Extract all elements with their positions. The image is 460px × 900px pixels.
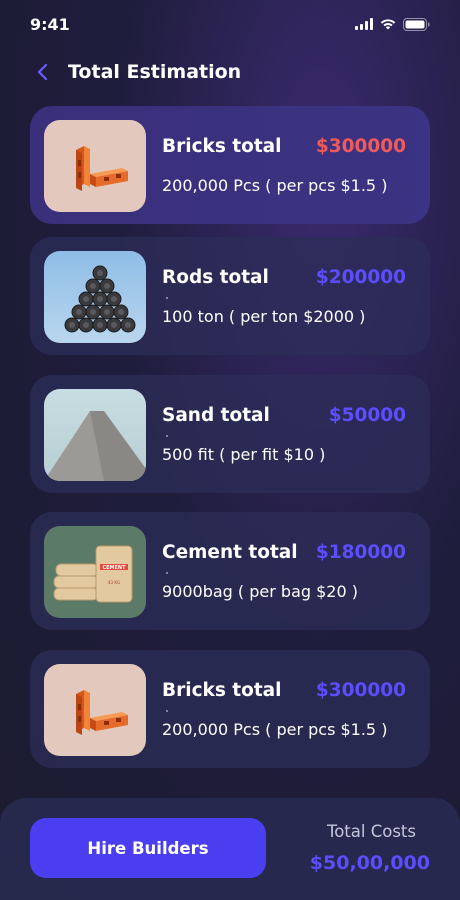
item-name: Cement total bbox=[162, 542, 298, 563]
cement-image: CEMENT 43 KG bbox=[44, 526, 146, 618]
bottom-bar: Hire Builders Total Costs $50,00,000 bbox=[0, 798, 460, 900]
separator-dot bbox=[166, 710, 168, 712]
item-detail: 200,000 Pcs ( per pcs $1.5 ) bbox=[162, 176, 388, 195]
back-icon[interactable] bbox=[36, 63, 52, 81]
list-item-cement[interactable]: CEMENT 43 KG Cement total $180000 9000ba… bbox=[30, 512, 430, 630]
status-icons bbox=[355, 17, 430, 31]
item-name: Bricks total bbox=[162, 680, 282, 701]
item-detail: 9000bag ( per bag $20 ) bbox=[162, 582, 358, 601]
wifi-icon bbox=[380, 18, 396, 30]
separator-dot bbox=[166, 297, 168, 299]
hire-builders-button[interactable]: Hire Builders bbox=[30, 818, 266, 878]
bricks-image bbox=[44, 664, 146, 756]
battery-icon bbox=[403, 17, 430, 31]
status-bar: 9:41 bbox=[0, 0, 460, 48]
item-price: $300000 bbox=[315, 680, 406, 701]
list-item-bricks-2[interactable]: Bricks total $300000 200,000 Pcs ( per p… bbox=[30, 650, 430, 768]
item-price: $300000 bbox=[315, 136, 406, 157]
item-price: $200000 bbox=[315, 267, 406, 288]
bricks-image bbox=[44, 120, 146, 212]
status-time: 9:41 bbox=[30, 14, 70, 34]
svg-text:43 KG: 43 KG bbox=[108, 580, 120, 585]
header: Total Estimation bbox=[36, 56, 440, 88]
separator-dot bbox=[166, 572, 168, 574]
item-price: $180000 bbox=[315, 542, 406, 563]
svg-text:CEMENT: CEMENT bbox=[102, 565, 126, 571]
item-detail: 100 ton ( per ton $2000 ) bbox=[162, 307, 366, 326]
list-item-bricks[interactable]: Bricks total $300000 200,000 Pcs ( per p… bbox=[30, 106, 430, 224]
sand-image bbox=[44, 389, 146, 481]
item-detail: 500 fit ( per fit $10 ) bbox=[162, 445, 326, 464]
item-price: $50000 bbox=[328, 405, 406, 426]
rods-image bbox=[44, 251, 146, 343]
item-name: Bricks total bbox=[162, 136, 282, 157]
item-name: Sand total bbox=[162, 405, 270, 426]
cellular-signal-icon bbox=[355, 18, 373, 30]
page-title: Total Estimation bbox=[68, 61, 242, 83]
item-name: Rods total bbox=[162, 267, 269, 288]
item-detail: 200,000 Pcs ( per pcs $1.5 ) bbox=[162, 720, 388, 739]
list-item-rods[interactable]: Rods total $200000 100 ton ( per ton $20… bbox=[30, 237, 430, 355]
total-costs-label: Total Costs bbox=[326, 822, 416, 841]
separator-dot bbox=[166, 435, 168, 437]
list-item-sand[interactable]: Sand total $50000 500 fit ( per fit $10 … bbox=[30, 375, 430, 493]
total-costs-value: $50,00,000 bbox=[309, 852, 430, 874]
